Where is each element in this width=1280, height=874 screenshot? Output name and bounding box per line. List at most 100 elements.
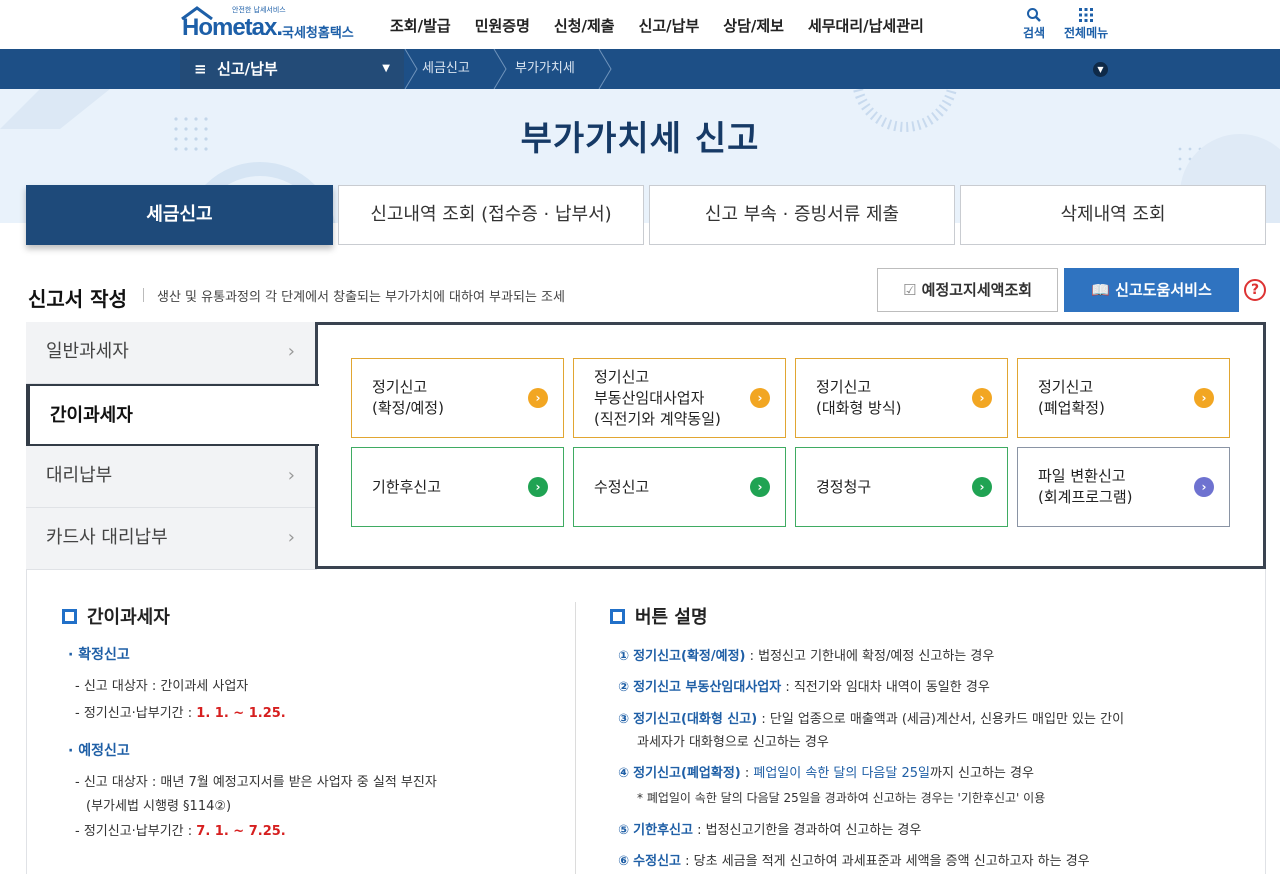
arrow-right-icon: › bbox=[972, 477, 992, 497]
period-label: - 정기신고·납부기간 : bbox=[75, 824, 197, 839]
chevron-right-icon: › bbox=[287, 341, 295, 362]
tab-report-history[interactable]: 신고내역 조회 (접수증 · 납부서) bbox=[338, 185, 644, 245]
info-divider bbox=[575, 602, 576, 874]
button-desc-title-text: 버튼 설명 bbox=[635, 607, 708, 628]
desc-number: ③ bbox=[618, 712, 630, 727]
button-desc-title: 버튼 설명 bbox=[610, 603, 708, 629]
arrow-right-icon: › bbox=[750, 388, 770, 408]
breadcrumb-separator-icon bbox=[404, 49, 418, 89]
book-icon: 📖 bbox=[1091, 281, 1110, 299]
desc-head: 정기신고(확정/예정) bbox=[633, 649, 746, 664]
search-icon bbox=[1027, 8, 1041, 22]
desc-head: 기한후신고 bbox=[633, 823, 693, 838]
chevron-right-icon: › bbox=[287, 527, 295, 548]
tab-attachment-submit[interactable]: 신고 부속 · 증빙서류 제출 bbox=[649, 185, 955, 245]
desc-number: ② bbox=[618, 680, 630, 695]
gnb-item-certificate[interactable]: 민원증명 bbox=[463, 0, 542, 49]
arrow-right-icon: › bbox=[750, 477, 770, 497]
tab-tax-report[interactable]: 세금신고 bbox=[26, 185, 333, 245]
side-item-proxy-payment[interactable]: 대리납부 › bbox=[26, 446, 317, 508]
side-item-general[interactable]: 일반과세자 › bbox=[26, 322, 317, 384]
title-divider bbox=[143, 288, 144, 302]
desc-number: ④ bbox=[618, 766, 630, 781]
side-item-label: 대리납부 bbox=[46, 465, 113, 486]
card-line: (폐업확정) bbox=[1038, 399, 1105, 417]
period-value: 7. 1. ~ 7.25. bbox=[196, 824, 286, 839]
expand-location-icon[interactable]: ▼ bbox=[1093, 62, 1108, 77]
square-bullet-icon bbox=[610, 609, 625, 624]
hamburger-icon: ≡ bbox=[194, 60, 207, 78]
chevron-right-icon: › bbox=[287, 465, 295, 486]
help-question-icon[interactable]: ? bbox=[1244, 279, 1266, 301]
desc-text: 까지 신고하는 경우 bbox=[929, 766, 1034, 781]
card-amended-report[interactable]: 수정신고 › bbox=[573, 447, 786, 527]
card-line: (회계프로그램) bbox=[1038, 488, 1133, 506]
global-nav: 조회/발급 민원증명 신청/제출 신고/납부 상담/제보 세무대리/납세관리 bbox=[378, 0, 936, 49]
side-item-label: 간이과세자 bbox=[50, 405, 133, 426]
all-menu-button[interactable]: 전체메뉴 bbox=[1064, 6, 1108, 41]
side-item-label: 카드사 대리납부 bbox=[46, 527, 168, 548]
arrow-right-icon: › bbox=[528, 388, 548, 408]
gnb-item-report[interactable]: 신고/납부 bbox=[627, 0, 712, 49]
card-regular-realestate[interactable]: 정기신고 부동산임대사업자 (직전기와 계약동일) › bbox=[573, 358, 786, 438]
breadcrumb-item-vat[interactable]: 부가가치세 bbox=[515, 49, 575, 89]
card-regular-closure[interactable]: 정기신고 (폐업확정) › bbox=[1017, 358, 1230, 438]
desc-head: 정기신고(대화형 신고) bbox=[633, 712, 758, 727]
report-type-panel: 정기신고 (확정/예정) › 정기신고 부동산임대사업자 (직전기와 계약동일) › … bbox=[315, 322, 1266, 569]
report-help-button[interactable]: 📖 신고도움서비스 bbox=[1064, 268, 1239, 312]
menu-dropdown[interactable]: ≡ 신고/납부 ▼ bbox=[180, 49, 404, 89]
desc-number: ⑥ bbox=[618, 854, 630, 869]
location-bar: ≡ 신고/납부 ▼ 세금신고 부가가치세 ▼ bbox=[0, 49, 1280, 89]
card-late-report[interactable]: 기한후신고 › bbox=[351, 447, 564, 527]
page-title: 부가가치세 신고 bbox=[520, 119, 760, 159]
desc-item-3: ③ 정기신고(대화형 신고) : 단일 업종으로 매출액과 (세금)계산서, 신… bbox=[618, 708, 1124, 727]
desc-text: : bbox=[740, 766, 754, 781]
card-line: (직전기와 계약동일) bbox=[594, 409, 721, 428]
hometax-logo[interactable]: 안전한 납세서비스 Hometax. 국세청홈택스 bbox=[180, 4, 360, 46]
section-title: 신고서 작성 bbox=[28, 287, 127, 311]
gnb-item-consult[interactable]: 상담/제보 bbox=[711, 0, 796, 49]
confirm-report-heading: · 확정신고 bbox=[68, 647, 130, 663]
desc-item-3-cont: 과세자가 대화형으로 신고하는 경우 bbox=[637, 735, 829, 750]
logo-korean-name: 국세청홈택스 bbox=[282, 26, 354, 41]
card-refund-claim[interactable]: 경정청구 › bbox=[795, 447, 1008, 527]
desc-number: ⑤ bbox=[618, 823, 630, 838]
prelim-report-heading: · 예정신고 bbox=[68, 743, 130, 759]
search-label: 검색 bbox=[1023, 26, 1046, 40]
breadcrumb-item-tax-report[interactable]: 세금신고 bbox=[422, 49, 470, 89]
side-item-label: 일반과세자 bbox=[46, 341, 129, 362]
card-line: 경정청구 bbox=[816, 477, 872, 496]
desc-item-2: ② 정기신고 부동산임대사업자 : 직전기와 임대차 내역이 동일한 경우 bbox=[618, 676, 990, 695]
card-line: 정기신고 bbox=[816, 378, 872, 396]
gnb-item-inquiry[interactable]: 조회/발급 bbox=[378, 0, 463, 49]
square-bullet-icon bbox=[62, 609, 77, 624]
card-line: (확정/예정) bbox=[372, 399, 444, 417]
card-regular-confirm[interactable]: 정기신고 (확정/예정) › bbox=[351, 358, 564, 438]
desc-item-4-note: * 폐업일이 속한 달의 다음달 25일을 경과하여 신고하는 경우는 '기한후… bbox=[637, 791, 1046, 805]
desc-text: : 직전기와 임대차 내역이 동일한 경우 bbox=[781, 680, 990, 695]
main-tabs: 세금신고 신고내역 조회 (접수증 · 납부서) 신고 부속 · 증빙서류 제출… bbox=[26, 185, 1266, 245]
all-menu-label: 전체메뉴 bbox=[1064, 26, 1109, 40]
tab-deleted-history[interactable]: 삭제내역 조회 bbox=[960, 185, 1266, 245]
logo-wordmark: Hometax. bbox=[182, 14, 283, 41]
caret-down-icon: ▼ bbox=[382, 63, 390, 74]
gnb-item-agent[interactable]: 세무대리/납세관리 bbox=[796, 0, 936, 49]
card-line: 정기신고 bbox=[372, 378, 428, 396]
card-regular-interactive[interactable]: 정기신고 (대화형 방식) › bbox=[795, 358, 1008, 438]
search-button[interactable]: 검색 bbox=[1023, 6, 1045, 41]
taxpayer-type-menu: 일반과세자 › 간이과세자 대리납부 › 카드사 대리납부 › bbox=[26, 322, 319, 570]
report-help-label: 신고도움서비스 bbox=[1115, 281, 1212, 299]
period-value: 1. 1. ~ 1.25. bbox=[196, 706, 286, 721]
desc-highlight: 폐업일이 속한 달의 다음달 25일 bbox=[753, 766, 930, 781]
card-file-conversion[interactable]: 파일 변환신고 (회계프로그램) › bbox=[1017, 447, 1230, 527]
gnb-item-apply[interactable]: 신청/제출 bbox=[542, 0, 627, 49]
desc-head: 정기신고(폐업확정) bbox=[633, 766, 741, 781]
card-line: 파일 변환신고 bbox=[1038, 467, 1126, 485]
confirm-target: - 신고 대상자 : 간이과세 사업자 bbox=[75, 679, 249, 694]
estimated-tax-button[interactable]: ☑ 예정고지세액조회 bbox=[877, 268, 1058, 312]
card-line: 수정신고 bbox=[594, 477, 650, 496]
side-item-simplified[interactable]: 간이과세자 bbox=[26, 384, 319, 446]
side-item-card-proxy-payment[interactable]: 카드사 대리납부 › bbox=[26, 508, 317, 570]
card-line: 기한후신고 bbox=[372, 477, 442, 496]
desc-head: 수정신고 bbox=[633, 854, 681, 869]
